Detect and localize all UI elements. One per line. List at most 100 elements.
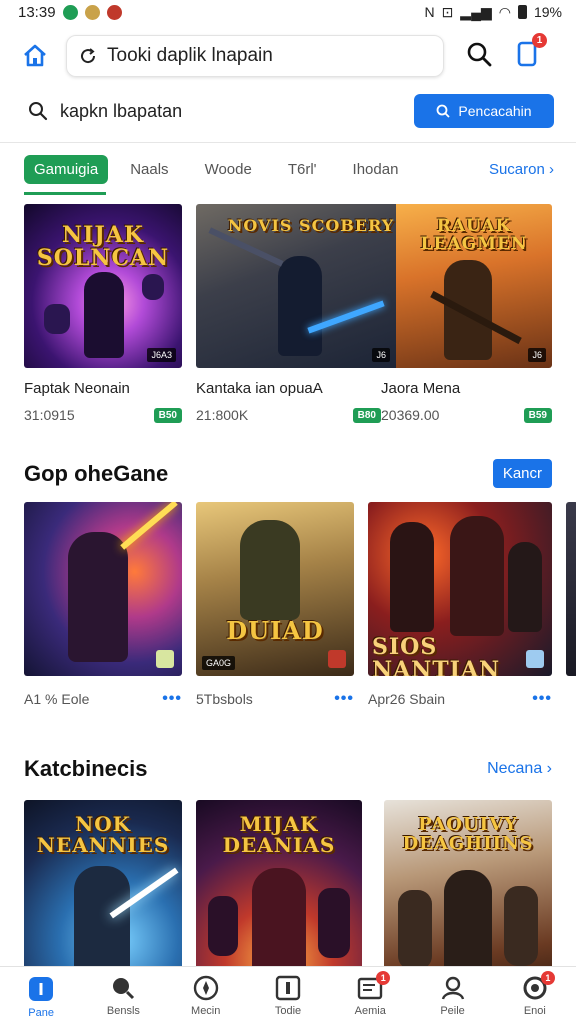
tab-woode[interactable]: Woode — [205, 161, 252, 178]
hero-figure — [240, 520, 300, 620]
notification-badge: 1 — [532, 32, 547, 48]
nav-library[interactable]: Todie — [258, 975, 318, 1017]
nav-search[interactable]: Bensls — [93, 975, 153, 1017]
rating-tag: J6 — [528, 348, 546, 362]
more-options-icon[interactable]: ••• — [532, 690, 552, 708]
app-notification-icon — [62, 4, 78, 20]
rating-tag: GA0G — [202, 656, 236, 670]
app-notification-icon — [84, 4, 100, 20]
active-tab-indicator — [24, 192, 106, 195]
game-meta: 20369.00 — [381, 407, 440, 423]
tab-t6rl[interactable]: T6rl' — [288, 161, 317, 178]
search-query: kapkn lbapatan — [60, 100, 183, 121]
game-row: A1 % Eole ••• DUIAD GA0G 5Tbsbols ••• SI… — [0, 502, 576, 708]
price-badge: B50 — [153, 407, 182, 423]
search-button[interactable]: Pencacahin — [414, 94, 554, 128]
game-card-peek[interactable] — [566, 502, 576, 708]
notification-badge: 1 — [376, 971, 391, 985]
profile-icon — [441, 976, 464, 1000]
app-screen: 13:39 N ⊡ ▂▄▆ ◠ 19% Tooki daplik lnapain — [0, 0, 576, 1024]
search-icon — [113, 978, 135, 1000]
url-bar[interactable]: Tooki daplik lnapain — [66, 35, 444, 77]
compass-icon — [193, 975, 218, 1001]
nav-discover[interactable]: Mecin — [176, 975, 236, 1017]
game-cover[interactable]: NOVIS SCOBERY J6 — [196, 204, 396, 368]
vibrate-icon: ⊡ — [441, 3, 454, 20]
search-icon — [437, 104, 451, 118]
reload-icon[interactable] — [79, 47, 97, 65]
game-meta: Apr26 Sbain — [368, 691, 446, 707]
game-title: Jaora Mena — [381, 380, 461, 397]
game-meta: 21:800K — [196, 407, 249, 423]
home-icon — [29, 977, 54, 1001]
game-title: Kantaka ian opuaA — [196, 380, 323, 397]
section-header: Gop oheGane Kancr — [0, 459, 576, 488]
status-bar: 13:39 N ⊡ ▂▄▆ ◠ 19% — [0, 0, 576, 24]
wifi-icon: ◠ — [498, 3, 511, 20]
notifications-button[interactable]: 1 — [516, 32, 547, 72]
battery-icon — [517, 5, 527, 19]
nfc-icon: N — [424, 4, 435, 20]
nav-news[interactable]: 1 Aemia — [340, 971, 400, 1017]
tabs-more-link[interactable]: Sucaron › — [489, 161, 554, 178]
section-title: Katcbinecis — [24, 756, 148, 781]
price-badge: B59 — [523, 407, 552, 423]
search-icon — [29, 102, 48, 121]
more-options-icon[interactable]: ••• — [334, 690, 354, 708]
signal-icon: ▂▄▆ — [460, 3, 492, 20]
tab-ihodan[interactable]: Ihodan — [353, 161, 399, 178]
featured-card-info: Jaora Mena 20369.00 B59 — [381, 368, 552, 423]
hero-figure — [68, 532, 128, 662]
search-input[interactable]: kapkn lbapatan — [28, 101, 182, 122]
game-card[interactable]: A1 % Eole ••• — [24, 502, 182, 708]
featured-card[interactable]: NIJAK SOLNCAN J6A3 Faptak Neonain 31:091… — [24, 204, 182, 423]
app-icon — [328, 650, 346, 668]
status-time: 13:39 — [18, 3, 56, 21]
featured-card-info: Kantaka ian opuaA 21:800K B80 — [196, 368, 381, 423]
game-cover[interactable]: RAUAK LEAGMEN J6 — [396, 204, 552, 368]
game-title: Faptak Neonain — [24, 380, 130, 397]
home-icon[interactable] — [22, 43, 48, 69]
price-badge: B80 — [352, 407, 381, 423]
game-cover: SIOS NANTIAN — [368, 502, 552, 676]
app-icon — [526, 650, 544, 668]
nav-home[interactable]: Pane — [11, 975, 71, 1019]
game-meta: 5Tbsbols — [196, 691, 253, 707]
game-cover — [24, 502, 182, 676]
section-link[interactable]: Necana › — [487, 760, 552, 778]
nav-profile[interactable]: Peile — [423, 975, 483, 1017]
tab-gamuigia[interactable]: Gamuigia — [24, 154, 109, 184]
game-cover: DUIAD GA0G — [196, 502, 354, 676]
top-bar: Tooki daplik lnapain 1 — [0, 24, 576, 88]
game-card[interactable]: DUIAD GA0G 5Tbsbols ••• — [196, 502, 354, 708]
featured-row: NIJAK SOLNCAN J6A3 Faptak Neonain 31:091… — [0, 204, 576, 423]
hero-figure — [444, 870, 492, 980]
section-button[interactable]: Kancr — [492, 459, 552, 488]
game-card[interactable]: SIOS NANTIAN Apr26 Sbain ••• — [368, 502, 552, 708]
rating-tag: J6A3 — [147, 348, 176, 362]
app-notification-icon — [106, 4, 122, 20]
game-meta: 31:0915 — [24, 407, 75, 423]
url-text: Tooki daplik lnapain — [107, 45, 273, 66]
more-options-icon[interactable]: ••• — [162, 690, 182, 708]
section-title: Gop oheGane — [24, 460, 169, 486]
rating-tag: J6 — [372, 348, 390, 362]
category-tabs: Gamuigia Naals Woode T6rl' Ihodan Sucaro… — [0, 143, 576, 195]
notification-badge: 1 — [540, 971, 555, 985]
game-cover: NIJAK SOLNCAN J6A3 — [24, 204, 182, 368]
hero-figure — [450, 516, 504, 636]
section-header: Katcbinecis Necana › — [0, 756, 576, 782]
featured-wide-card: NOVIS SCOBERY J6 RAUAK LEAGMEN J6 Kantak… — [196, 204, 552, 423]
search-button-label: Pencacahin — [458, 103, 532, 119]
battery-percent: 19% — [533, 4, 562, 20]
library-icon — [275, 975, 301, 1001]
nav-settings[interactable]: 1 Enoi — [505, 971, 565, 1017]
hero-figure — [84, 272, 124, 358]
game-meta: A1 % Eole — [24, 691, 90, 707]
game-cover — [566, 502, 576, 676]
search-row: kapkn lbapatan Pencacahin — [0, 88, 576, 134]
hero-figure — [278, 256, 322, 356]
app-icon — [156, 650, 174, 668]
tab-naals[interactable]: Naals — [130, 161, 168, 178]
search-icon[interactable] — [466, 41, 492, 72]
